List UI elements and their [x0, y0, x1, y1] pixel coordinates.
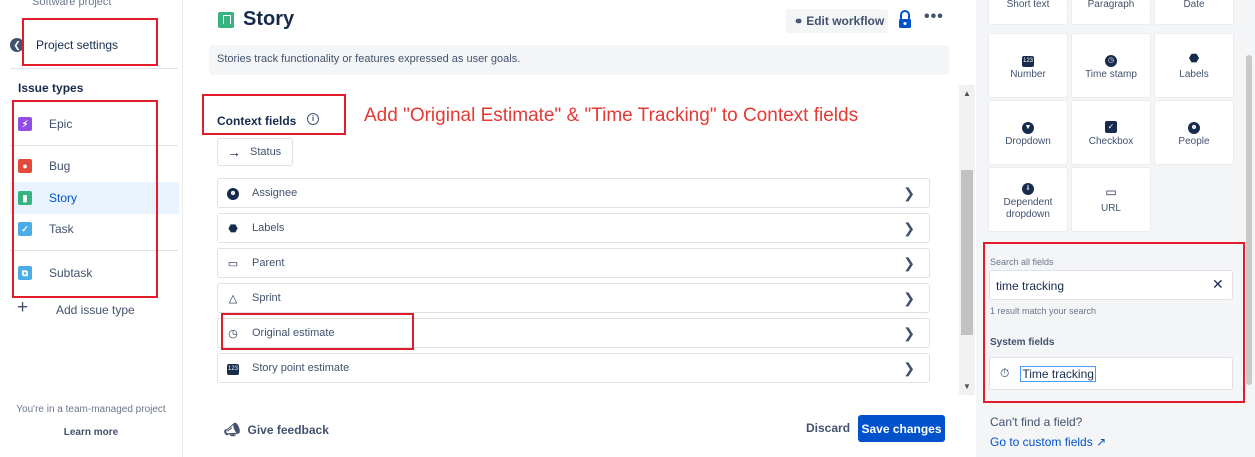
field-label: Sprint: [252, 292, 281, 304]
field-label: Labels: [252, 222, 285, 234]
project-subtitle: Software project: [32, 0, 112, 8]
annotation-box: [22, 18, 158, 66]
plus-icon[interactable]: +: [17, 298, 28, 317]
tile-label: Dependent dropdown: [1003, 196, 1053, 220]
dropdown-icon: ▼: [1022, 118, 1034, 134]
field-palette-panel: Short text Paragraph Date 123 Number ◷ T…: [976, 0, 1255, 457]
field-row-story-point-estimate[interactable]: 123 Story point estimate ❯: [217, 353, 930, 383]
megaphone-icon: 📣︎: [224, 422, 241, 437]
tile-url[interactable]: ▭ URL: [1071, 167, 1151, 232]
tile-label: Short text: [1006, 0, 1050, 10]
divider: [10, 68, 178, 69]
tile-dropdown[interactable]: ▼ Dropdown: [988, 100, 1068, 165]
main-scrollbar[interactable]: ▲ ▼: [959, 85, 975, 395]
tile-label: Checkbox: [1088, 135, 1134, 147]
parent-icon: ▭: [227, 257, 239, 270]
tile-label: Number: [1010, 68, 1046, 80]
edit-workflow-label: Edit workflow: [806, 14, 885, 28]
chevron-right-icon: ❯: [903, 360, 915, 376]
chevron-right-icon: ❯: [903, 290, 915, 306]
number-icon: 123: [1022, 51, 1034, 67]
tile-time-stamp[interactable]: ◷ Time stamp: [1071, 33, 1151, 98]
field-row-labels[interactable]: ⬣ Labels ❯: [217, 213, 930, 243]
cant-find-text: Can't find a field?: [990, 415, 1083, 429]
person-icon: ☻: [1188, 118, 1200, 134]
save-changes-button[interactable]: Save changes: [858, 415, 945, 442]
field-row-assignee[interactable]: ☻ Assignee ❯: [217, 178, 930, 208]
issue-type-description[interactable]: Stories track functionality or features …: [209, 45, 949, 75]
tag-icon: ⬣: [228, 222, 238, 235]
clock-icon: ◷: [1105, 51, 1117, 67]
annotation-box: [12, 100, 158, 298]
checkbox-icon: ✓: [1105, 118, 1117, 133]
tag-icon: ⬣: [1188, 50, 1200, 65]
learn-more-link[interactable]: Learn more: [0, 427, 182, 438]
tile-checkbox[interactable]: ✓ Checkbox: [1071, 100, 1151, 165]
number-icon: 123: [226, 361, 240, 375]
tile-paragraph[interactable]: Paragraph: [1071, 0, 1151, 25]
main-content: Story ⚭ Edit workflow ••• Stories track …: [184, 0, 959, 457]
custom-fields-link[interactable]: Go to custom fields ↗: [990, 435, 1106, 449]
field-row-parent[interactable]: ▭ Parent ❯: [217, 248, 930, 278]
team-managed-note: You're in a team-managed project: [16, 404, 166, 415]
tile-date[interactable]: Date: [1154, 0, 1234, 25]
tile-label: Date: [1183, 0, 1205, 10]
lock-icon[interactable]: [898, 10, 912, 30]
person-icon: ☻: [226, 186, 240, 200]
annotation-box: [202, 94, 346, 135]
add-issue-type-button[interactable]: Add issue type: [56, 303, 135, 317]
tile-label: Dropdown: [1005, 135, 1051, 147]
field-label: Parent: [252, 257, 285, 269]
give-feedback-button[interactable]: 📣︎ Give feedback: [224, 422, 329, 438]
panel-scrollbar[interactable]: [1246, 55, 1252, 385]
tile-dependent-dropdown[interactable]: ⇓ Dependent dropdown: [988, 167, 1068, 232]
field-label: Story point estimate: [252, 362, 350, 374]
tile-labels[interactable]: ⬣ Labels: [1154, 33, 1234, 98]
edit-workflow-button[interactable]: ⚭ Edit workflow: [786, 9, 888, 33]
workflow-icon: ⚭: [794, 15, 804, 28]
give-feedback-label: Give feedback: [247, 423, 329, 437]
annotation-text: Add "Original Estimate" & "Time Tracking…: [364, 105, 859, 126]
chevron-right-icon: ❯: [903, 255, 915, 271]
scroll-down-icon[interactable]: ▼: [963, 382, 971, 391]
chevron-right-icon: ❯: [903, 325, 915, 341]
external-link-icon: ↗: [1096, 435, 1107, 449]
status-label: Status: [250, 146, 282, 158]
tile-label: URL: [1100, 202, 1121, 214]
tile-label: Labels: [1179, 68, 1209, 80]
more-options-icon[interactable]: •••: [924, 8, 944, 26]
story-icon: [218, 12, 234, 28]
tile-label: Paragraph: [1087, 0, 1135, 10]
tile-number[interactable]: 123 Number: [988, 33, 1068, 98]
dependent-dropdown-icon: ⇓: [1022, 179, 1034, 195]
field-label: Assignee: [252, 187, 298, 199]
field-row-sprint[interactable]: △ Sprint ❯: [217, 283, 930, 313]
chevron-right-icon: ❯: [903, 220, 915, 236]
tile-label: Time stamp: [1085, 68, 1137, 80]
annotation-box: [221, 313, 414, 350]
sidebar: Software project ❮ Project settings Issu…: [0, 0, 183, 457]
scrollbar-thumb[interactable]: [961, 170, 973, 335]
issue-types-heading: Issue types: [18, 81, 84, 95]
status-chip[interactable]: → Status: [217, 138, 293, 166]
tile-people[interactable]: ☻ People: [1154, 100, 1234, 165]
chevron-right-icon: ❯: [903, 185, 915, 201]
scroll-up-icon[interactable]: ▲: [963, 89, 971, 98]
tile-short-text[interactable]: Short text: [988, 0, 1068, 25]
link-icon: ▭: [1105, 184, 1117, 199]
annotation-box: [983, 242, 1245, 403]
page-title: Story: [243, 8, 295, 30]
discard-button[interactable]: Discard: [806, 421, 850, 435]
sprint-icon: △: [228, 292, 238, 305]
arrow-right-icon: →: [227, 144, 241, 160]
custom-fields-label: Go to custom fields: [990, 435, 1093, 449]
tile-label: People: [1178, 135, 1210, 147]
